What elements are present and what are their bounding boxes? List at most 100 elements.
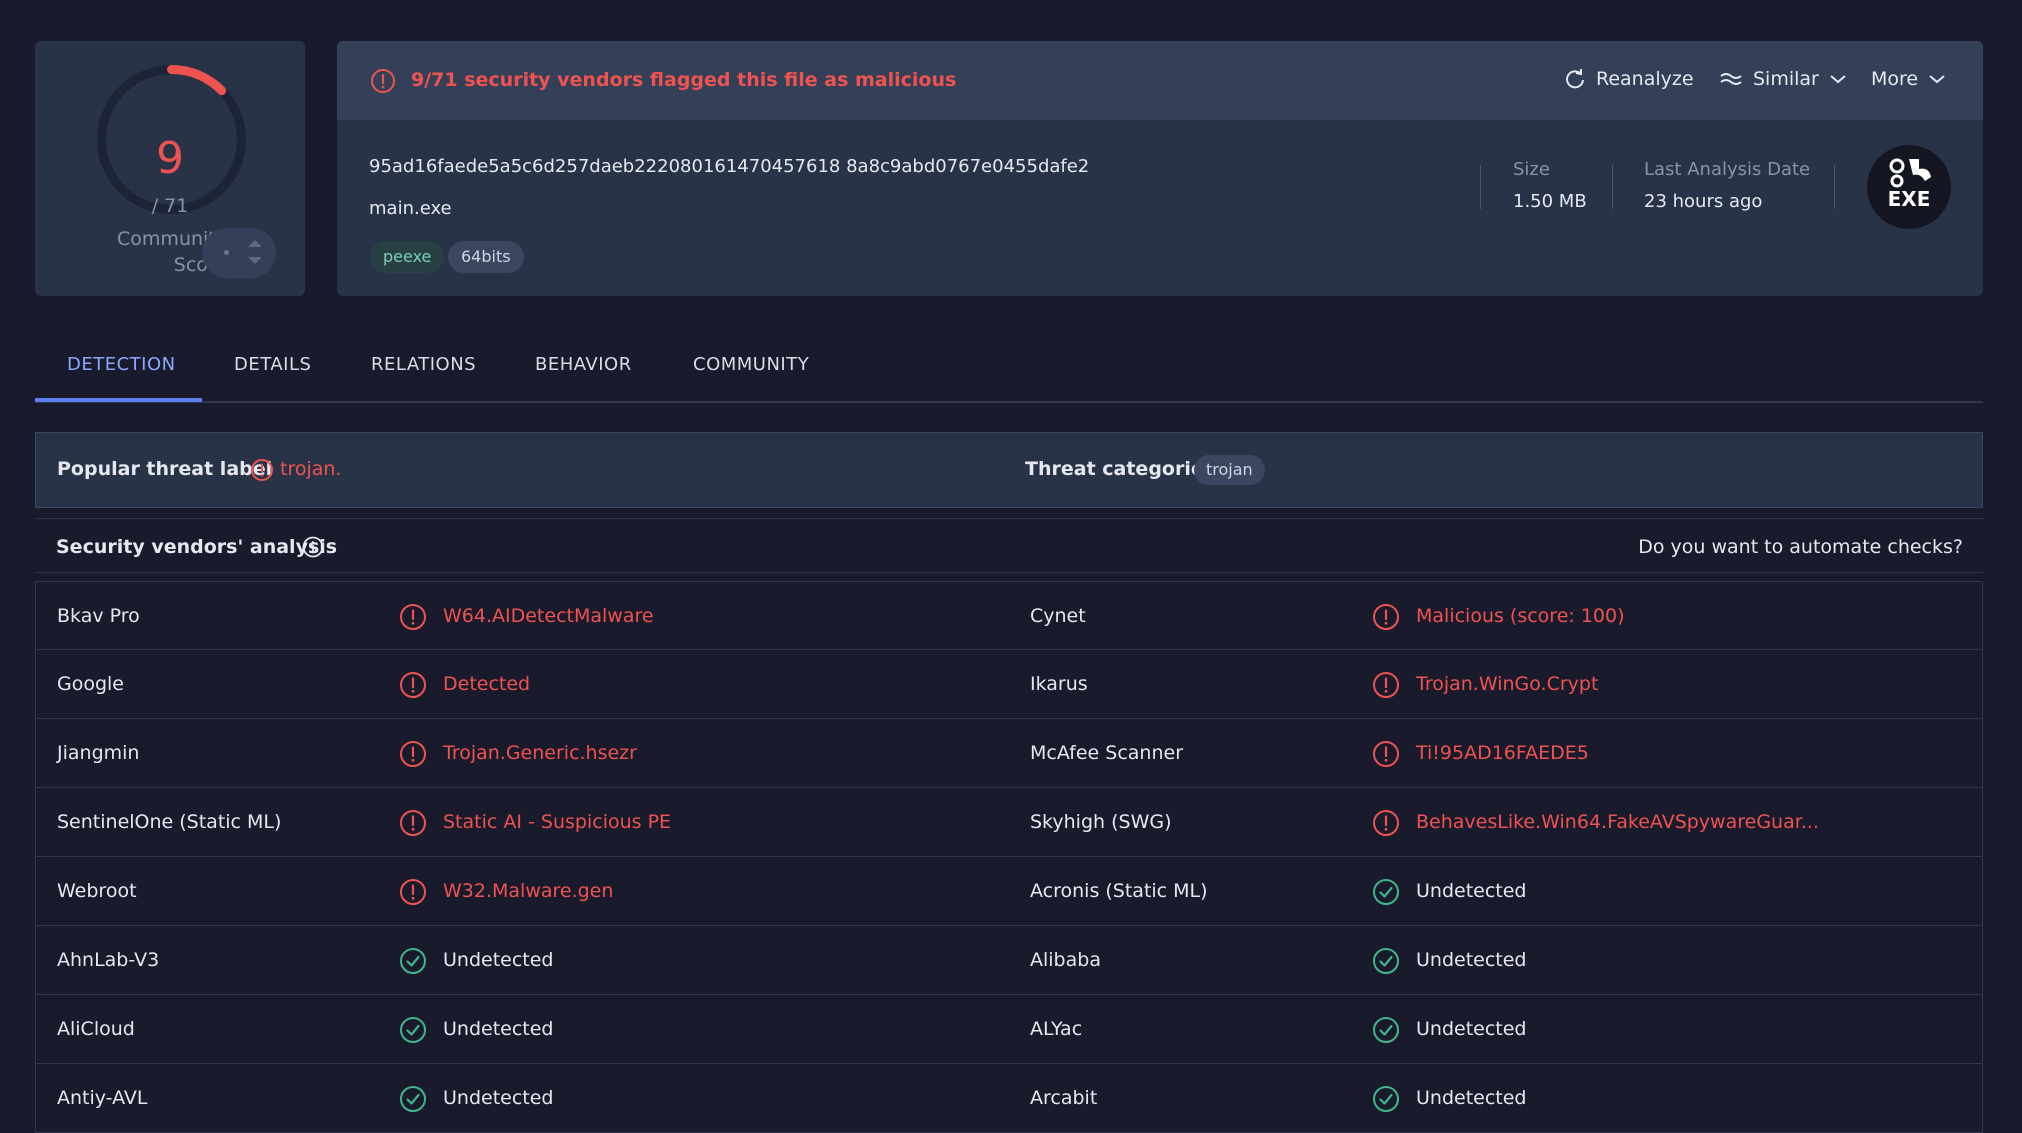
vendor-total: / 71 [151,195,189,217]
vendor-name: Skyhigh (SWG) [1030,811,1172,833]
alert-circle-icon [399,809,427,837]
alert-circle-icon [1372,740,1400,768]
more-button[interactable]: More [1871,68,1946,90]
vendor-name: Antiy-AVL [57,1087,148,1109]
info-icon[interactable] [301,535,325,559]
similar-label: Similar [1753,68,1819,90]
file-name: main.exe [369,198,452,219]
vendor-name: Ikarus [1030,673,1088,695]
check-circle-icon [399,1085,427,1113]
alert-circle-icon [399,740,427,768]
automate-checks-link[interactable]: Do you want to automate checks? [1638,536,1963,558]
vendor-result[interactable]: Detected [443,673,530,695]
popular-threat-value[interactable]: trojan. [280,458,341,480]
check-circle-icon [1372,878,1400,906]
vendor-result[interactable]: Malicious (score: 100) [1416,605,1625,627]
vendor-result[interactable]: Trojan.WinGo.Crypt [1416,673,1598,695]
table-row: AhnLab-V3 Undetected Alibaba Undetected [35,926,1983,995]
vendor-name: ALYac [1030,1018,1083,1040]
vendor-name: Acronis (Static ML) [1030,880,1208,902]
vendor-name: Google [57,673,125,695]
last-analysis-value: 23 hours ago [1644,191,1763,212]
tab-behavior[interactable]: BEHAVIOR [535,354,632,375]
popular-threat-label: Popular threat label [57,458,273,480]
vendor-result[interactable]: Trojan.Generic.hsezr [443,742,637,764]
alert-circle-icon [371,69,395,93]
vendor-name: Webroot [57,880,137,902]
table-row: Bkav Pro W64.AIDetectMalware Cynet Maliciou… [35,581,1983,650]
vendor-result: Undetected [443,949,554,971]
vendor-result[interactable]: Ti!95AD16FAEDE5 [1416,742,1589,764]
table-row: Google Detected Ikarus Trojan.WinGo.Crypt [35,650,1983,719]
active-tab-indicator [35,398,202,402]
vendor-name: Bkav Pro [57,605,140,627]
vendor-name: AhnLab-V3 [57,949,160,971]
refresh-icon [1566,69,1584,89]
vendor-name: Jiangmin [57,742,140,764]
similar-button[interactable]: Similar [1719,68,1847,90]
malicious-alert-text: 9/71 security vendors flagged this file … [411,69,957,91]
vendor-name: AliCloud [57,1018,135,1040]
alert-circle-icon [1372,671,1400,699]
reanalyze-button[interactable]: Reanalyze [1564,68,1694,90]
size-label: Size [1513,159,1550,180]
vendor-name: SentinelOne (Static ML) [57,811,282,833]
vendors-analysis-header: Security vendors' analysis Do you want t… [35,518,1983,573]
file-tag[interactable]: 64bits [448,241,524,273]
vendor-result[interactable]: W32.Malware.gen [443,880,613,902]
vendor-result[interactable]: W64.AIDetectMalware [443,605,654,627]
more-label: More [1871,68,1919,90]
threat-summary-bar: Popular threat label trojan. Threat cate… [35,432,1983,508]
alert-circle-icon [399,603,427,631]
last-analysis-label: Last Analysis Date [1644,159,1811,180]
tab-bar: DETECTION DETAILS RELATIONS BEHAVIOR COM… [35,330,1983,403]
vendor-result[interactable]: BehavesLike.Win64.FakeAVSpywareGuar... [1416,811,1819,833]
check-circle-icon [1372,1085,1400,1113]
detection-count: 9 [156,133,184,184]
alert-circle-icon [1372,809,1400,837]
alert-circle-icon [399,671,427,699]
threat-categories-label: Threat categories [1025,458,1216,480]
alert-header: 9/71 security vendors flagged this file … [337,41,1983,120]
vote-value [224,250,229,255]
vendors-analysis-title: Security vendors' analysis [56,536,338,558]
file-type-label: EXE [1887,187,1931,211]
vendor-result[interactable]: Static AI - Suspicious PE [443,811,671,833]
check-circle-icon [1372,947,1400,975]
vendor-result: Undetected [443,1087,554,1109]
divider [1480,165,1481,209]
tab-community[interactable]: COMMUNITY [693,354,809,375]
vendor-name: Alibaba [1030,949,1101,971]
vote-up-icon[interactable] [248,240,262,247]
vendor-result: Undetected [1416,1087,1527,1109]
exe-file-type-icon: EXE [1867,145,1951,229]
check-circle-icon [399,947,427,975]
tab-detection[interactable]: DETECTION [67,354,176,375]
vendor-name: Cynet [1030,605,1086,627]
table-row: Webroot W32.Malware.gen Acronis (Static ML… [35,857,1983,926]
vendor-result: Undetected [1416,1018,1527,1040]
vendor-name: Arcabit [1030,1087,1098,1109]
tab-details[interactable]: DETAILS [234,354,311,375]
threat-category-chip[interactable]: trojan [1194,455,1265,485]
divider [1612,165,1613,209]
table-row: AliCloud Undetected ALYac Undetected [35,995,1983,1064]
check-circle-icon [399,1016,427,1044]
gears-icon [1889,158,1931,188]
reanalyze-label: Reanalyze [1596,68,1694,90]
file-hash[interactable]: 95ad16faede5a5c6d257daeb2220801614704576… [369,156,1089,177]
vendor-results-table: Bkav Pro W64.AIDetectMalware Cynet Maliciou… [35,581,1983,1133]
file-tag[interactable]: peexe [370,241,445,273]
vendor-result: Undetected [1416,949,1527,971]
vendor-name: McAfee Scanner [1030,742,1184,764]
chevron-down-icon [1929,75,1945,84]
tab-relations[interactable]: RELATIONS [371,354,476,375]
similar-icon [1720,73,1742,85]
table-row: SentinelOne (Static ML) Static AI - Suspi… [35,788,1983,857]
vote-down-icon[interactable] [248,257,262,264]
vendor-result: Undetected [443,1018,554,1040]
alert-circle-icon [1372,603,1400,631]
community-vote-control[interactable] [202,228,276,278]
divider [1834,165,1835,209]
check-circle-icon [1372,1016,1400,1044]
